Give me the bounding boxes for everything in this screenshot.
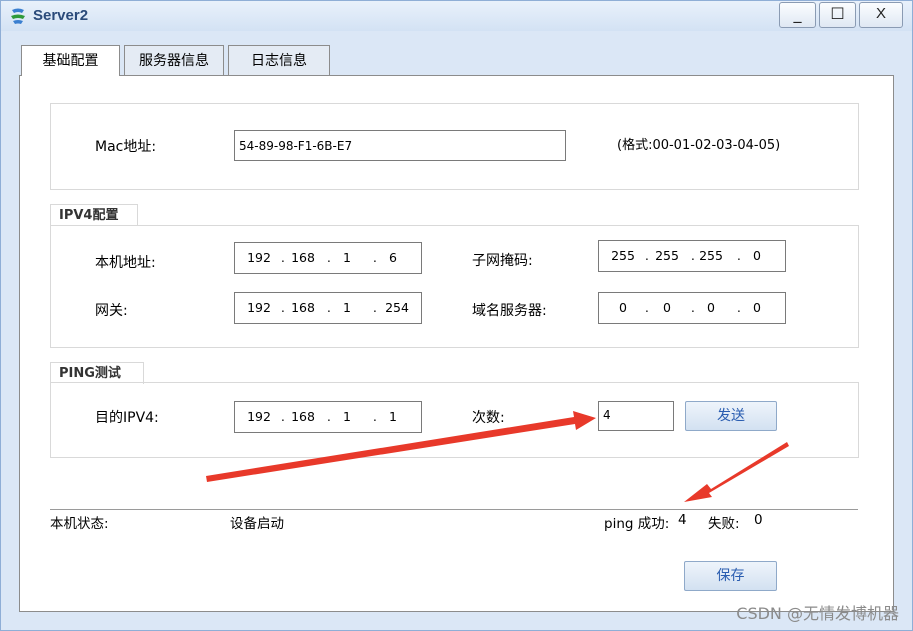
ip-octet: 192 bbox=[247, 409, 271, 424]
ip-octet: 168 bbox=[291, 250, 315, 265]
mac-label: Mac地址: bbox=[95, 139, 157, 155]
dns-server-input[interactable]: 0 . 0 . 0 . 0 bbox=[598, 292, 786, 324]
ping-group: 目的IPV4: 192 . 168 . 1 . 1 次数: 4 发送 bbox=[50, 382, 859, 458]
mac-input[interactable]: 54-89-98-F1-6B-E7 bbox=[234, 130, 566, 161]
local-address-input[interactable]: 192 . 168 . 1 . 6 bbox=[234, 242, 422, 274]
ip-octet: 0 bbox=[663, 300, 671, 315]
dns-server-label: 域名服务器: bbox=[472, 303, 547, 319]
ipv4-group: 本机地址: 192 . 168 . 1 . 6 子网掩码: 255 . 255 … bbox=[50, 225, 859, 348]
ip-dot: . bbox=[645, 301, 649, 315]
ping-success-label: ping 成功: bbox=[604, 516, 670, 532]
ip-octet: 168 bbox=[291, 409, 315, 424]
local-address-label: 本机地址: bbox=[95, 255, 156, 271]
subnet-mask-label: 子网掩码: bbox=[472, 253, 533, 269]
mac-group: Mac地址: 54-89-98-F1-6B-E7 (格式:00-01-02-03… bbox=[50, 103, 859, 190]
gateway-label: 网关: bbox=[95, 303, 128, 319]
ip-octet: 1 bbox=[389, 409, 397, 424]
ip-dot: . bbox=[373, 301, 377, 315]
ip-dot: . bbox=[281, 301, 285, 315]
status-divider bbox=[50, 509, 858, 510]
ip-octet: 255 bbox=[655, 248, 679, 263]
server-app-icon bbox=[11, 8, 25, 24]
close-button[interactable]: X bbox=[859, 2, 903, 28]
ip-dot: . bbox=[373, 410, 377, 424]
ip-octet: 0 bbox=[619, 300, 627, 315]
minimize-button[interactable]: _ bbox=[779, 2, 816, 28]
ping-group-title: PING测试 bbox=[50, 362, 144, 384]
ping-count-input[interactable]: 4 bbox=[598, 401, 674, 431]
ip-octet: 0 bbox=[753, 300, 761, 315]
ip-octet: 1 bbox=[343, 409, 351, 424]
ip-dot: . bbox=[645, 249, 649, 263]
ip-octet: 6 bbox=[389, 250, 397, 265]
gateway-input[interactable]: 192 . 168 . 1 . 254 bbox=[234, 292, 422, 324]
ip-octet: 192 bbox=[247, 250, 271, 265]
ip-octet: 255 bbox=[699, 248, 723, 263]
title-bar[interactable]: Server2 _ ☐ X bbox=[1, 1, 912, 31]
ip-octet: 168 bbox=[291, 300, 315, 315]
ip-dot: . bbox=[373, 251, 377, 265]
ip-octet: 1 bbox=[343, 250, 351, 265]
ip-dot: . bbox=[691, 301, 695, 315]
server2-window: Server2 _ ☐ X 基础配置 服务器信息 日志信息 Mac地址: 54-… bbox=[0, 0, 913, 631]
ping-target-label: 目的IPV4: bbox=[95, 410, 159, 426]
maximize-button[interactable]: ☐ bbox=[819, 2, 856, 28]
ping-count-label: 次数: bbox=[472, 410, 505, 426]
ip-octet: 1 bbox=[343, 300, 351, 315]
ip-dot: . bbox=[737, 301, 741, 315]
subnet-mask-input[interactable]: 255 . 255 . 255 . 0 bbox=[598, 240, 786, 272]
watermark-text: CSDN @无情发博机器 bbox=[736, 604, 899, 623]
ping-target-input[interactable]: 192 . 168 . 1 . 1 bbox=[234, 401, 422, 433]
ip-octet: 0 bbox=[753, 248, 761, 263]
ping-fail-count: 0 bbox=[754, 512, 763, 528]
ip-octet: 254 bbox=[385, 300, 409, 315]
device-status-label: 本机状态: bbox=[50, 516, 109, 532]
window-title: Server2 bbox=[33, 7, 89, 24]
tab-content-panel: Mac地址: 54-89-98-F1-6B-E7 (格式:00-01-02-03… bbox=[19, 75, 894, 612]
ip-dot: . bbox=[327, 251, 331, 265]
ping-success-count: 4 bbox=[678, 512, 687, 528]
ip-dot: . bbox=[691, 249, 695, 263]
ip-octet: 255 bbox=[611, 248, 635, 263]
mac-format-hint: (格式:00-01-02-03-04-05) bbox=[617, 138, 781, 153]
ip-octet: 0 bbox=[707, 300, 715, 315]
ip-dot: . bbox=[327, 410, 331, 424]
ip-octet: 192 bbox=[247, 300, 271, 315]
save-button[interactable]: 保存 bbox=[684, 561, 777, 591]
tab-server-info[interactable]: 服务器信息 bbox=[124, 45, 224, 75]
ip-dot: . bbox=[737, 249, 741, 263]
ip-dot: . bbox=[281, 410, 285, 424]
device-status-value: 设备启动 bbox=[230, 516, 284, 532]
ip-dot: . bbox=[281, 251, 285, 265]
tab-basic-config[interactable]: 基础配置 bbox=[21, 45, 120, 76]
ip-dot: . bbox=[327, 301, 331, 315]
tab-log-info[interactable]: 日志信息 bbox=[228, 45, 330, 75]
ping-fail-label: 失败: bbox=[708, 516, 740, 532]
ipv4-group-title: IPV4配置 bbox=[50, 204, 138, 226]
send-button[interactable]: 发送 bbox=[685, 401, 777, 431]
